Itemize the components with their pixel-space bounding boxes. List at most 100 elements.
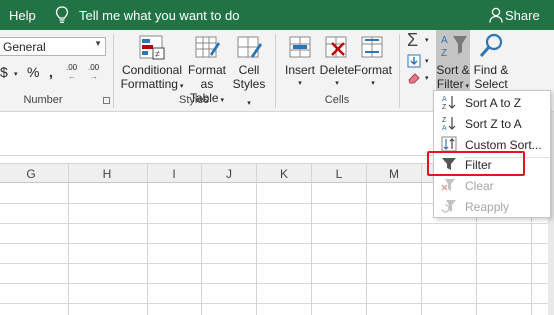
grid-line [68,163,69,315]
decrease-decimal-label: .00 [88,63,100,72]
menu-item-sort-z-to-a[interactable]: Z A Sort Z to A [434,113,550,134]
group-divider [113,34,114,108]
chevron-down-icon: ▾ [425,58,429,65]
chevron-down-icon: ▾ [425,75,429,82]
chevron-down-icon: ▾ [425,37,429,44]
column-header-l[interactable]: L [329,167,349,181]
cell-styles-icon [237,36,262,58]
insert-label: Insert [284,63,315,77]
number-format-value: General [3,40,46,54]
cell-styles-button[interactable]: Cell Styles ▾ [230,63,268,111]
svg-text:A: A [442,96,447,103]
svg-text:≠: ≠ [155,49,160,59]
fill-icon[interactable] [407,54,421,68]
arrow-left-icon: ← [68,72,76,81]
sort-filter-icon: A Z [441,35,467,59]
grid-line [0,263,554,264]
sort-z-to-a-icon: Z A [442,117,456,131]
chevron-down-icon: ▾ [298,80,302,87]
menu-item-label: Sort Z to A [465,117,522,131]
menu-item-label: Sort A to Z [465,96,522,110]
insert-button[interactable]: Insert ▾ [282,63,318,91]
percent-button[interactable]: % [27,64,39,80]
cell-styles-label-2: Styles [232,77,266,91]
chevron-down-icon: ▾ [463,83,470,90]
svg-text:Z: Z [441,48,447,59]
grid-line [0,223,554,224]
column-header-g[interactable]: G [21,167,41,181]
clear-filter-icon [441,179,455,191]
currency-button[interactable]: $ [0,64,8,80]
grid-line [311,163,312,315]
format-button[interactable]: Format ▾ [354,63,392,91]
conditional-formatting-label-1: Conditional [121,63,183,77]
group-divider [275,34,276,108]
column-header-h[interactable]: H [97,167,117,181]
menu-item-label: Custom Sort... [465,138,542,152]
column-header-m[interactable]: M [384,167,404,181]
grid-line [256,163,257,315]
share-button[interactable]: Share [505,8,540,23]
chevron-down-icon: ▾ [371,80,375,87]
autosum-icon[interactable]: Σ [407,30,418,51]
sort-filter-label-2: Filter [436,77,464,91]
menu-item-sort-a-to-z[interactable]: A Z Sort A to Z [434,92,550,113]
conditional-formatting-icon: ≠ [139,35,165,60]
decrease-decimal-button[interactable]: .00 → [88,63,106,83]
tell-me-input[interactable]: Tell me what you want to do [79,8,239,23]
grid-line [421,163,422,315]
help-tab[interactable]: Help [9,8,36,23]
chevron-down-icon: ▾ [335,80,339,87]
column-header-i[interactable]: I [164,167,184,181]
tell-me-bar: Help Tell me what you want to do Share [0,0,554,30]
dialog-launcher-icon[interactable] [103,97,110,104]
group-label-styles: Styles [179,94,209,106]
grid-line [0,303,554,304]
menu-item-label: Reapply [465,200,510,214]
group-label-cells: Cells [324,94,350,106]
format-as-table-icon [195,36,220,58]
format-as-table-label-1: Format as [187,63,226,91]
grid-line [147,163,148,315]
menu-item-reapply: Reapply [434,196,550,217]
grid-line [0,283,554,284]
group-label-number: Number [23,94,63,106]
eraser-icon[interactable] [407,72,421,84]
delete-label: Delete [319,63,355,77]
conditional-formatting-label-2: Formatting [120,77,178,91]
menu-item-clear: Clear [434,175,550,196]
format-label: Format [354,63,393,77]
chevron-down-icon: ▾ [14,71,18,78]
grid-line [201,163,202,315]
conditional-formatting-button[interactable]: Conditional Formatting ▾ [120,63,184,94]
svg-text:A: A [441,35,448,46]
increase-decimal-button[interactable]: .00 ← [66,63,84,83]
arrow-right-icon: → [90,72,98,81]
chevron-down-icon: ▾ [247,100,251,107]
chevron-down-icon: ▼ [94,39,102,48]
comma-button[interactable]: , [49,64,53,80]
column-header-k[interactable]: K [274,167,294,181]
grid-line [0,243,554,244]
column-header-j[interactable]: J [219,167,239,181]
group-divider [399,34,400,108]
delete-cells-icon [325,36,347,58]
lightbulb-icon [55,6,69,23]
number-format-dropdown[interactable]: General ▼ [0,37,106,56]
reapply-icon [441,200,456,213]
increase-decimal-label: .00 [66,63,78,72]
chevron-down-icon: ▾ [218,97,225,104]
insert-cells-icon [289,36,311,58]
format-cells-icon [361,36,383,58]
person-icon [489,7,503,23]
svg-text:Z: Z [442,104,447,110]
cell-styles-label-1: Cell [238,63,260,77]
sort-a-to-z-icon: A Z [442,96,456,110]
sort-filter-label-1: Sort & [436,63,470,77]
find-select-label-2: Select [474,77,508,91]
delete-button[interactable]: Delete ▾ [318,63,356,91]
grid-line [366,163,367,315]
filter-highlight-box [427,151,525,176]
magnifier-icon [479,33,503,57]
menu-item-label: Clear [465,179,494,193]
